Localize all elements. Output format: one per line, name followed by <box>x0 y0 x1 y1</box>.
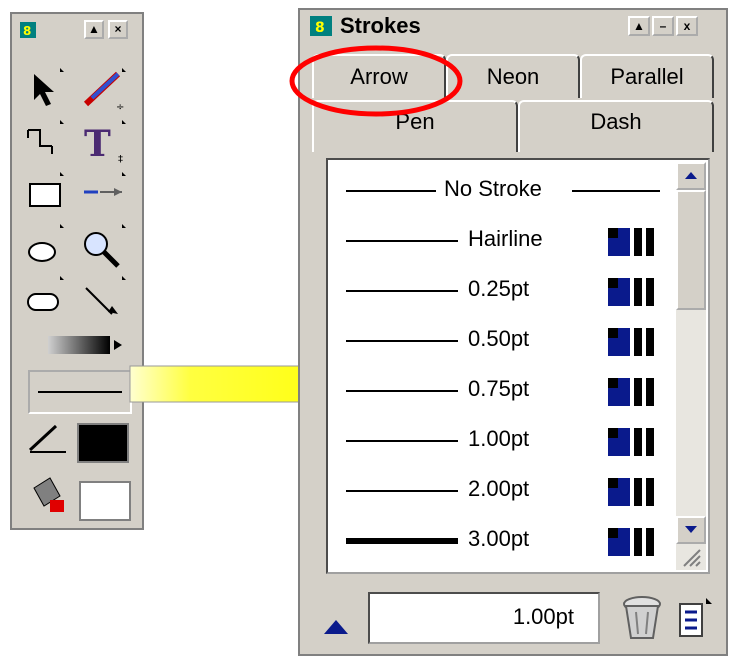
stroke-label: 0.25pt <box>468 276 530 301</box>
ellipse-tool[interactable] <box>24 222 74 272</box>
pin-button[interactable]: ▲ <box>628 16 650 36</box>
rectangle-tool[interactable] <box>24 170 74 220</box>
stroke-label: 3.00pt <box>468 526 530 551</box>
scroll-down-arrow-icon <box>685 526 697 533</box>
rectangle-icon <box>29 172 64 207</box>
stroke-swatch[interactable] <box>28 370 132 414</box>
stroke-preview-line <box>572 190 660 192</box>
stroke-size-field[interactable]: 1.00pt <box>368 592 600 644</box>
resize-grip-icon[interactable] <box>680 546 702 568</box>
list-item[interactable]: 2.00pt <box>328 466 670 516</box>
panel-menu-icon[interactable] <box>676 596 716 642</box>
text-t-icon: T ‡ <box>84 120 126 165</box>
subselect-tool[interactable] <box>24 118 74 168</box>
fill-color-well[interactable] <box>26 474 136 524</box>
diagonal-line-icon <box>85 276 126 315</box>
tools-palette-titlebar[interactable]: 8 ▲ × <box>12 14 142 46</box>
stroke-swatch-icon <box>608 428 654 456</box>
stroke-size-controls: 1.00pt <box>300 582 726 654</box>
stroke-list: No Stroke Hairline 0.25pt 0.50pt 0.75pt … <box>326 158 710 574</box>
stroke-line-icon <box>38 391 122 393</box>
scrollbar-thumb[interactable] <box>676 190 706 310</box>
close-button[interactable]: × <box>108 20 128 39</box>
strokes-panel-titlebar[interactable]: 8 Strokes ▲ – x <box>300 10 726 40</box>
tab-dash[interactable]: Dash <box>518 100 714 152</box>
tab-arrow[interactable]: Arrow <box>312 54 446 98</box>
stroke-label: 2.00pt <box>468 476 530 501</box>
stroke-label: 1.00pt <box>468 426 530 451</box>
rounded-rect-tool[interactable] <box>24 274 74 324</box>
zoom-tool[interactable] <box>78 222 128 272</box>
stroke-preview-line <box>346 340 458 342</box>
stroke-swatch-icon <box>608 328 654 356</box>
magnifier-icon <box>84 224 126 268</box>
svg-text:T: T <box>84 123 111 165</box>
rounded-rectangle-icon <box>27 276 64 311</box>
stroke-preview-line <box>346 190 436 192</box>
stroke-color-well[interactable] <box>26 418 136 468</box>
app-icon: 8 <box>310 16 332 36</box>
app-icon: 8 <box>20 22 36 38</box>
scroll-up-button[interactable] <box>676 162 706 190</box>
stroke-swatch-icon <box>608 228 654 256</box>
stroke-label: 0.50pt <box>468 326 530 351</box>
list-item[interactable]: Hairline <box>328 216 670 266</box>
line-tool[interactable] <box>78 274 128 324</box>
text-tool[interactable]: T ‡ <box>78 118 128 168</box>
tools-palette: 8 ▲ × ÷ T ‡ <box>10 12 144 530</box>
pointer-tool[interactable] <box>24 66 74 116</box>
strokes-panel: 8 Strokes ▲ – x Arrow Neon Parallel Pen … <box>298 8 728 656</box>
stroke-preview-line <box>346 240 458 242</box>
minimize-button[interactable]: – <box>652 16 674 36</box>
stroke-label: 0.75pt <box>468 376 530 401</box>
close-button[interactable]: x <box>676 16 698 36</box>
increase-size-icon[interactable] <box>324 620 348 634</box>
ellipse-icon <box>28 224 64 262</box>
stroke-label: No Stroke <box>444 176 542 201</box>
stroke-swatch-icon <box>608 478 654 506</box>
list-item[interactable]: 1.00pt <box>328 416 670 466</box>
list-item[interactable]: 0.75pt <box>328 366 670 416</box>
stroke-preview-line <box>346 290 458 292</box>
stroke-label: Hairline <box>468 226 543 251</box>
paint-bucket-icon <box>33 477 131 521</box>
stroke-swatch-icon <box>608 528 654 556</box>
tab-pen[interactable]: Pen <box>312 100 518 152</box>
svg-text:÷: ÷ <box>116 102 124 113</box>
vertical-scrollbar[interactable] <box>676 162 706 570</box>
svg-text:8: 8 <box>315 20 325 36</box>
trash-icon[interactable] <box>620 594 664 642</box>
stroke-preview-line <box>346 538 458 544</box>
blend-icon <box>84 172 126 196</box>
pen-icon: ÷ <box>83 68 126 113</box>
scroll-down-button[interactable] <box>676 516 706 544</box>
subselect-path-icon <box>27 120 64 154</box>
stroke-preview-line <box>346 390 458 392</box>
gradient-ramp-icon <box>48 336 122 354</box>
pen-nib-icon <box>28 423 129 463</box>
scroll-up-arrow-icon <box>685 172 697 179</box>
list-item[interactable]: 0.50pt <box>328 316 670 366</box>
list-item[interactable]: 0.25pt <box>328 266 670 316</box>
pen-tool[interactable]: ÷ <box>78 66 128 116</box>
pin-button[interactable]: ▲ <box>84 20 104 39</box>
svg-text:‡: ‡ <box>118 154 123 165</box>
blend-tool[interactable] <box>78 170 128 220</box>
arrow-cursor-icon <box>34 68 64 106</box>
stroke-preview-line <box>346 440 458 442</box>
tab-parallel[interactable]: Parallel <box>580 54 714 98</box>
list-item[interactable]: 3.00pt <box>328 516 670 566</box>
stroke-preview-line <box>346 490 458 492</box>
panel-title: Strokes <box>340 13 421 38</box>
stroke-swatch-icon <box>608 278 654 306</box>
tab-neon[interactable]: Neon <box>446 54 580 98</box>
gradient-tool[interactable] <box>46 330 126 360</box>
list-item[interactable]: No Stroke <box>328 166 670 216</box>
svg-text:8: 8 <box>23 24 31 38</box>
stroke-swatch-icon <box>608 378 654 406</box>
